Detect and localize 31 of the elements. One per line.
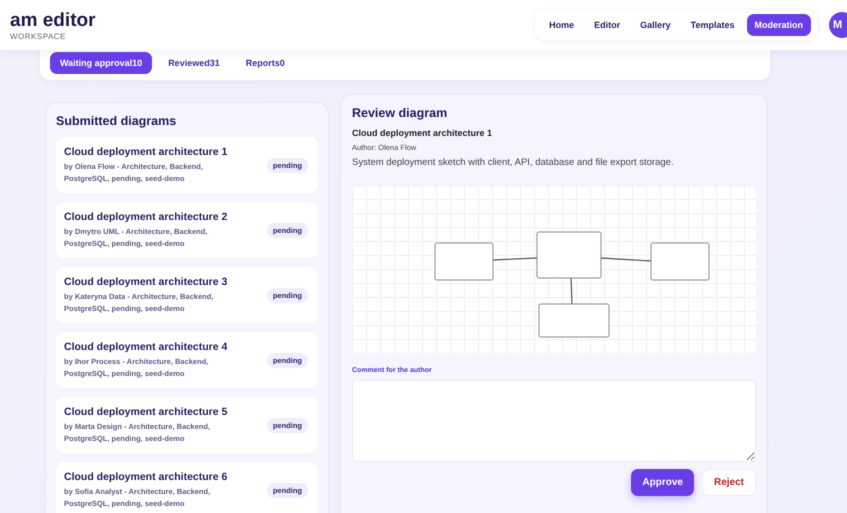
nav-link[interactable]: Templates xyxy=(682,14,742,36)
connector-line xyxy=(492,257,538,261)
reject-button[interactable]: Reject xyxy=(702,469,756,496)
tab[interactable]: Reports0 xyxy=(236,52,295,74)
diagram-title: Cloud deployment architecture 3 xyxy=(64,276,228,288)
description-text: System deployment sketch with client, API, database and file export storage. xyxy=(352,157,675,168)
nav-link[interactable]: Editor xyxy=(586,14,628,36)
diagram-node xyxy=(434,242,494,280)
panel-title: Submitted diagrams xyxy=(56,114,178,128)
diagram-title: Cloud deployment architecture 1 xyxy=(64,146,228,158)
connector-line xyxy=(570,278,573,304)
approve-button[interactable]: Approve xyxy=(631,469,694,496)
app-title: am editor xyxy=(10,10,96,32)
app-subtitle: WORKSPACE xyxy=(10,32,67,40)
diagram-node xyxy=(536,232,602,278)
tab[interactable]: Reviewed31 xyxy=(158,52,230,74)
diagram-title: Cloud deployment architecture 5 xyxy=(64,406,228,418)
diagram-title: Cloud deployment architecture 4 xyxy=(64,340,228,352)
diagram-node xyxy=(650,242,710,280)
comment-field[interactable] xyxy=(352,380,756,462)
nav-link[interactable]: Moderation xyxy=(746,14,811,36)
tab[interactable]: Waiting approval10 xyxy=(50,52,152,74)
diagram-title: Cloud deployment architecture 2 xyxy=(64,210,228,222)
diagram-node xyxy=(538,304,610,338)
avatar[interactable]: M xyxy=(829,12,847,38)
diagram-title: Cloud deployment architecture 6 xyxy=(64,470,228,482)
nav-link[interactable]: Home xyxy=(541,14,582,36)
nav-link[interactable]: Gallery xyxy=(632,14,679,36)
connector-line xyxy=(600,257,652,262)
panel-title: Review diagram xyxy=(352,106,448,120)
diagram-title: Cloud deployment architecture 1 xyxy=(352,128,494,138)
